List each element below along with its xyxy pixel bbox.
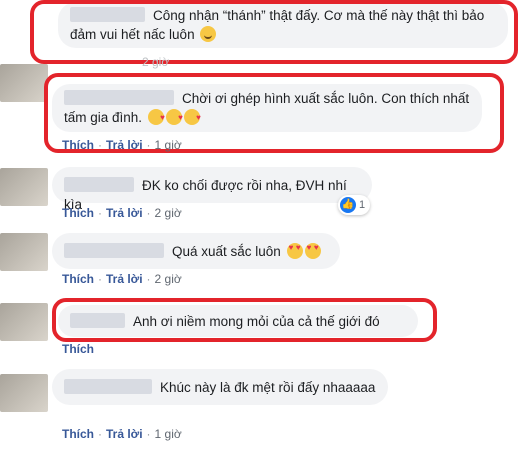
commenter-name[interactable]	[64, 177, 134, 192]
reply-link[interactable]: Trả lời	[106, 427, 143, 441]
reply-link[interactable]: Trả lời	[106, 138, 143, 152]
comment-bubble-4: Quá xuất sắc luôn	[52, 233, 340, 269]
avatar[interactable]	[0, 168, 48, 206]
avatar[interactable]	[0, 303, 48, 341]
comment-time[interactable]: 2 giờ	[155, 272, 182, 286]
comment-actions: Thích · Trả lời · 1 giờ	[62, 427, 182, 441]
comment-time[interactable]: 1 giờ	[155, 138, 182, 152]
heart-eyes-emoji-icon	[286, 243, 303, 259]
comment-time[interactable]: 2 giờ	[142, 55, 169, 69]
comment-actions: Thích · Trả lời · 2 giờ	[62, 272, 182, 286]
comment-time[interactable]: 1 giờ	[155, 427, 182, 441]
like-link[interactable]: Thích	[62, 206, 94, 220]
comment-text: Quá xuất sắc luôn	[172, 244, 281, 259]
comment-text: Khúc này là đk mệt rồi đấy nhaaaaa	[160, 380, 376, 395]
like-link[interactable]: Thích	[62, 427, 94, 441]
like-link[interactable]: Thích	[62, 272, 94, 286]
avatar[interactable]	[0, 64, 48, 102]
highlight-box	[52, 298, 437, 342]
comment-time[interactable]: 2 giờ	[155, 206, 182, 220]
reaction-count[interactable]: 👍 1	[338, 195, 371, 215]
comment-actions: 2 giờ	[62, 55, 169, 69]
reply-link[interactable]: Trả lời	[106, 272, 143, 286]
heart-eyes-emoji-icon	[304, 243, 321, 259]
comment-actions: Thích	[62, 342, 94, 356]
reply-link[interactable]: Trả lời	[106, 206, 143, 220]
commenter-name[interactable]	[64, 379, 152, 394]
like-link[interactable]: Thích	[62, 342, 94, 356]
comment-actions: Thích · Trả lời · 1 giờ	[62, 138, 182, 152]
comment-bubble-3: ĐK ko chối được rồi nha, ĐVH nhí kìa	[52, 167, 372, 212]
thumbs-up-icon: 👍	[340, 197, 356, 213]
avatar[interactable]	[0, 233, 48, 271]
comment-actions: Thích · Trả lời · 2 giờ	[62, 206, 182, 220]
commenter-name[interactable]	[64, 243, 164, 258]
avatar[interactable]	[0, 374, 48, 412]
comment-bubble-6: Khúc này là đk mệt rồi đấy nhaaaaa	[52, 369, 388, 405]
like-link[interactable]: Thích	[62, 138, 94, 152]
